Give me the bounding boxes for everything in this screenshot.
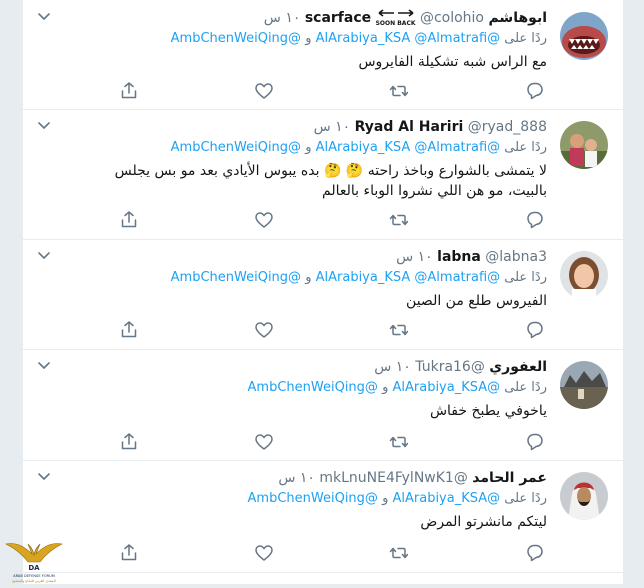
mention-link[interactable]: @Almatrafi [414, 31, 487, 46]
retweet-icon[interactable] [388, 80, 408, 100]
tweet-actions [118, 319, 548, 339]
mention-link[interactable]: @AmbChenWeiQing [171, 31, 301, 46]
reply-context: ردًا على @AlArabiya_KSA @Almatrafi و @Am… [170, 31, 547, 46]
retweet-icon[interactable] [388, 319, 408, 339]
display-name[interactable]: labna [437, 249, 481, 265]
tweet-timeline: ابوهاشم scarface SOON BACK @colohio ١٠ س… [22, 0, 624, 584]
chevron-down-icon[interactable] [37, 249, 51, 261]
thinking-emoji: 🤔 🤔 [323, 163, 364, 179]
reply-icon[interactable] [524, 209, 544, 229]
user-handle[interactable]: @ryad_888 [468, 119, 547, 135]
like-icon[interactable] [253, 319, 273, 339]
soon-back-badge: SOON BACK [376, 8, 416, 28]
display-name[interactable]: العفوري [489, 359, 547, 375]
tweet[interactable]: ابوهاشم scarface SOON BACK @colohio ١٠ س… [23, 0, 623, 110]
reply-context: ردًا على @AlArabiya_KSA @Almatrafi و @Am… [170, 140, 547, 155]
tweet[interactable]: عمر الحامد @mkLnuNE4FylNwK1 ١٠ س ردًا عل… [23, 460, 623, 573]
forum-watermark-logo: DA ARAB DEFENSE FORUM المنتدى العربي للد… [2, 536, 66, 584]
chevron-down-icon[interactable] [37, 470, 51, 482]
share-icon[interactable] [118, 431, 138, 451]
like-icon[interactable] [253, 542, 273, 562]
reply-icon[interactable] [524, 80, 544, 100]
timestamp[interactable]: ١٠ س [374, 359, 411, 375]
tweet-text: ليتكم مانشرتو المرض [420, 514, 547, 530]
display-name[interactable]: Ryad Al Hariri [355, 119, 464, 135]
share-icon[interactable] [118, 319, 138, 339]
tweet-header: عمر الحامد @mkLnuNE4FylNwK1 ١٠ س [278, 468, 547, 488]
user-handle[interactable]: @mkLnuNE4FylNwK1 [319, 470, 467, 486]
timestamp[interactable]: ١٠ س [264, 10, 301, 26]
share-icon[interactable] [118, 80, 138, 100]
tweet[interactable]: labna @labna3 ١٠ س ردًا على @AlArabiya_K… [23, 239, 623, 350]
tweet-actions [118, 542, 548, 562]
like-icon[interactable] [253, 80, 273, 100]
share-icon[interactable] [118, 209, 138, 229]
user-handle[interactable]: @Tukra16 [415, 359, 485, 375]
share-icon[interactable] [118, 542, 138, 562]
tweet-actions [118, 431, 548, 451]
tweet-header: العفوري @Tukra16 ١٠ س [374, 357, 547, 377]
svg-text:DA: DA [28, 564, 40, 572]
reply-icon[interactable] [524, 542, 544, 562]
tweet-header: Ryad Al Hariri @ryad_888 ١٠ س [314, 117, 547, 137]
display-name[interactable]: عمر الحامد [472, 470, 547, 486]
mention-link[interactable]: @AmbChenWeiQing [248, 491, 378, 506]
display-name-extra[interactable]: scarface [305, 10, 371, 26]
mention-link[interactable]: @AmbChenWeiQing [171, 140, 301, 155]
tweet-text: مع الراس شبه تشكيلة الفايروس [358, 54, 547, 70]
mention-link[interactable]: @AmbChenWeiQing [171, 270, 301, 285]
user-handle[interactable]: @colohio [420, 10, 484, 26]
retweet-icon[interactable] [388, 542, 408, 562]
svg-text:ARAB DEFENSE FORUM: ARAB DEFENSE FORUM [13, 574, 55, 578]
tweet-text: الفيروس طلع من الصين [406, 293, 547, 309]
avatar[interactable] [560, 251, 608, 299]
retweet-icon[interactable] [388, 209, 408, 229]
mention-link[interactable]: @AlArabiya_KSA [392, 380, 500, 395]
tweet-text: لا يتمشى بالشوارع وباخذ راحته 🤔 🤔 بده يب… [114, 163, 547, 199]
retweet-icon[interactable] [388, 431, 408, 451]
reply-context: ردًا على @AlArabiya_KSA و @AmbChenWeiQin… [247, 491, 547, 506]
reply-icon[interactable] [524, 319, 544, 339]
reply-context: ردًا على @AlArabiya_KSA @Almatrafi و @Am… [170, 270, 547, 285]
user-handle[interactable]: @labna3 [485, 249, 547, 265]
tweet[interactable]: العفوري @Tukra16 ١٠ س ردًا على @AlArabiy… [23, 349, 623, 461]
svg-text:المنتدى العربي للدفاع والتسليح: المنتدى العربي للدفاع والتسليح [12, 579, 56, 583]
tweet[interactable]: Ryad Al Hariri @ryad_888 ١٠ س ردًا على @… [23, 109, 623, 240]
mention-link[interactable]: @Almatrafi [414, 140, 487, 155]
chevron-down-icon[interactable] [37, 359, 51, 371]
display-name[interactable]: ابوهاشم [488, 10, 547, 26]
mention-link[interactable]: @AmbChenWeiQing [248, 380, 378, 395]
avatar[interactable] [560, 361, 608, 409]
arrows-icon [378, 8, 414, 17]
reply-context: ردًا على @AlArabiya_KSA و @AmbChenWeiQin… [247, 380, 547, 395]
avatar[interactable] [560, 121, 608, 169]
mention-link[interactable]: @AlArabiya_KSA [392, 491, 500, 506]
chevron-down-icon[interactable] [37, 119, 51, 131]
timestamp[interactable]: ١٠ س [278, 470, 315, 486]
avatar[interactable] [560, 472, 608, 520]
like-icon[interactable] [253, 431, 273, 451]
tweet-header: ابوهاشم scarface SOON BACK @colohio ١٠ س [264, 8, 547, 28]
timestamp[interactable]: ١٠ س [396, 249, 433, 265]
tweet-text: ياخوفي يطبخ خفاش [429, 403, 547, 419]
tweet-actions [118, 80, 548, 100]
mention-link[interactable]: @Almatrafi [414, 270, 487, 285]
tweet-actions [118, 209, 548, 229]
timestamp[interactable]: ١٠ س [314, 119, 351, 135]
avatar[interactable] [560, 12, 608, 60]
chevron-down-icon[interactable] [37, 10, 51, 22]
like-icon[interactable] [253, 209, 273, 229]
tweet-header: labna @labna3 ١٠ س [396, 247, 547, 267]
reply-icon[interactable] [524, 431, 544, 451]
